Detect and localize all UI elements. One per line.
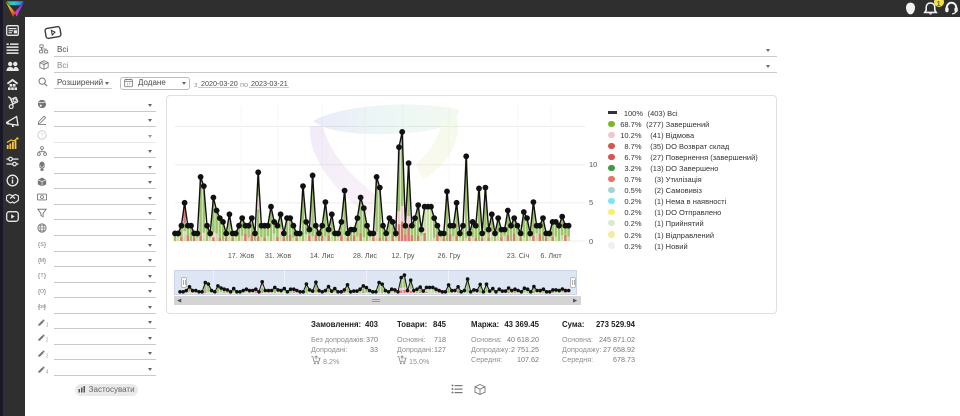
svg-text:}: } [44,289,47,296]
svg-text:}: } [44,273,47,280]
svg-text:17: 17 [126,82,130,86]
svg-text:4: 4 [46,370,48,374]
svg-text:}: } [44,242,47,249]
svg-text:3: 3 [46,354,48,358]
svg-text:1: 1 [46,323,48,327]
svg-text:2: 2 [46,338,48,342]
svg-text:}: } [44,258,47,265]
svg-text:?: ? [40,133,44,139]
svg-text:}: } [44,304,47,311]
